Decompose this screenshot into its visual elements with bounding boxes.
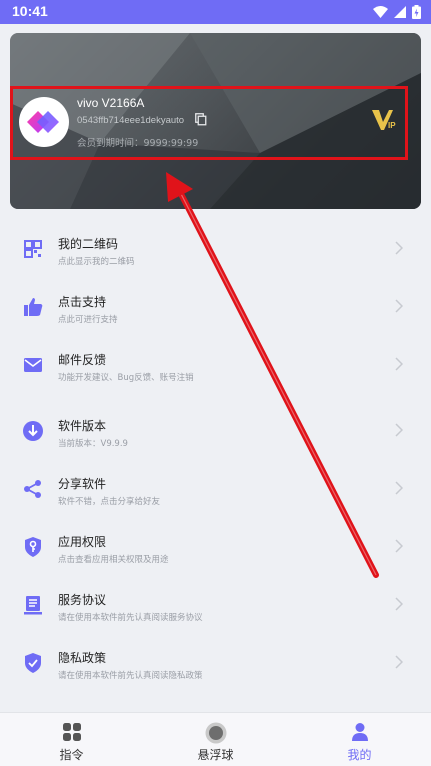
- menu-title: 分享软件: [58, 477, 107, 491]
- menu-subtitle: 请在使用本软件前先认真阅读隐私政策: [58, 671, 203, 681]
- menu-subtitle: 请在使用本软件前先认真阅读服务协议: [58, 613, 203, 623]
- status-bar: 10:41: [0, 0, 431, 24]
- menu-subtitle: 功能开发建议、Bug反馈、账号注销: [58, 373, 194, 383]
- menu-item-service-agreement[interactable]: 服务协议 请在使用本软件前先认真阅读服务协议: [0, 590, 431, 642]
- menu-title: 我的二维码: [58, 237, 119, 251]
- menu-title: 服务协议: [58, 593, 107, 607]
- menu-subtitle: 当前版本：V9.9.9: [58, 439, 128, 449]
- signal-icon: [394, 6, 406, 18]
- nav-item-commands[interactable]: 指令: [0, 713, 143, 766]
- person-icon: [351, 723, 368, 741]
- chevron-right-icon: [395, 423, 403, 437]
- member-expiry: 会员到期时间：9999:99:99: [77, 138, 199, 149]
- menu-item-support[interactable]: 点击支持 点此可进行支持: [0, 292, 431, 344]
- thumbs-up-icon: [24, 298, 43, 316]
- battery-icon: [412, 5, 421, 19]
- menu-item-privacy-policy[interactable]: 隐私政策 请在使用本软件前先认真阅读隐私政策: [0, 648, 431, 700]
- check-shield-icon: [25, 653, 41, 673]
- chevron-right-icon: [395, 299, 403, 313]
- nav-label: 指令: [59, 748, 84, 762]
- grid-icon: [62, 723, 81, 741]
- vip-badge: IP: [371, 108, 399, 136]
- floating-ball-icon: [205, 722, 226, 744]
- avatar[interactable]: [19, 97, 69, 147]
- qr-code-icon: [24, 240, 42, 258]
- nav-label: 悬浮球: [197, 748, 234, 762]
- bottom-navigation: 指令 悬浮球 我的: [0, 712, 431, 766]
- vip-text: IP: [388, 121, 396, 130]
- menu-subtitle: 点此显示我的二维码: [58, 257, 135, 267]
- device-name: vivo V2166A: [77, 96, 145, 110]
- menu-item-qr-code[interactable]: 我的二维码 点此显示我的二维码: [0, 234, 431, 286]
- wifi-icon: [373, 6, 388, 18]
- nav-item-floating-ball[interactable]: 悬浮球: [144, 713, 287, 766]
- menu-title: 点击支持: [58, 295, 107, 309]
- profile-card[interactable]: vivo V2166A 0543ffb714eee1dekyauto 会员到期时…: [10, 86, 408, 160]
- key-shield-icon: [25, 537, 41, 557]
- menu-title: 软件版本: [58, 419, 107, 433]
- menu-item-share[interactable]: 分享软件 软件不错，点击分享给好友: [0, 474, 431, 526]
- menu-title: 隐私政策: [58, 651, 107, 665]
- menu-title: 应用权限: [58, 535, 107, 549]
- copy-icon[interactable]: [195, 113, 207, 126]
- chevron-right-icon: [395, 597, 403, 611]
- download-icon: [23, 421, 43, 441]
- chevron-right-icon: [395, 357, 403, 371]
- share-icon: [24, 480, 41, 498]
- vip-icon: IP: [372, 110, 396, 130]
- chevron-right-icon: [395, 241, 403, 255]
- status-icons: [373, 4, 421, 20]
- app-logo-icon: [27, 111, 59, 133]
- chevron-right-icon: [395, 539, 403, 553]
- device-id: 0543ffb714eee1dekyauto: [77, 115, 185, 126]
- menu-item-mail-feedback[interactable]: 邮件反馈 功能开发建议、Bug反馈、账号注销: [0, 350, 431, 402]
- menu-title: 邮件反馈: [58, 353, 107, 367]
- mail-icon: [24, 358, 42, 372]
- nav-item-mine[interactable]: 我的: [288, 713, 431, 766]
- chevron-right-icon: [395, 655, 403, 669]
- menu-item-permissions[interactable]: 应用权限 点击查看应用相关权限及用途: [0, 532, 431, 584]
- status-time: 10:41: [12, 3, 48, 19]
- menu-subtitle: 点此可进行支持: [58, 315, 118, 325]
- document-icon: [24, 596, 42, 615]
- menu-subtitle: 点击查看应用相关权限及用途: [58, 555, 169, 565]
- menu-item-version[interactable]: 软件版本 当前版本：V9.9.9: [0, 416, 431, 468]
- chevron-right-icon: [395, 481, 403, 495]
- nav-label: 我的: [347, 748, 372, 762]
- menu-subtitle: 软件不错，点击分享给好友: [58, 497, 161, 507]
